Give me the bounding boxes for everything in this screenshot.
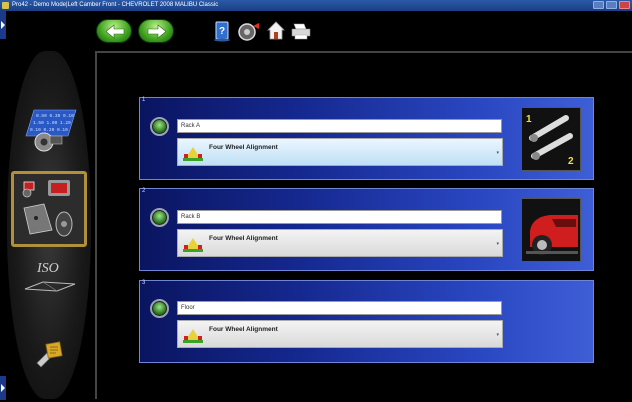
nav-iso[interactable]: ISO (19, 259, 79, 295)
rack-index: 2 (142, 188, 146, 194)
svg-text:1.50 1.00 1.20: 1.50 1.00 1.20 (33, 120, 71, 126)
title-bar: Pro42 - Demo Mode|Left Camber Front - CH… (0, 0, 632, 11)
rack-index: 1 (142, 97, 146, 103)
minimize-button[interactable] (593, 1, 604, 9)
help-icon[interactable]: ? (212, 20, 232, 42)
rack-name-field[interactable]: Rack B (177, 210, 502, 224)
home-icon[interactable] (266, 20, 286, 42)
four-wheel-alignment-icon (183, 329, 203, 343)
nav-tools[interactable] (33, 339, 65, 374)
maximize-button[interactable] (606, 1, 617, 9)
alignment-mode-dropdown[interactable]: Four Wheel Alignment ▾ (177, 229, 503, 257)
rack-index: 3 (142, 280, 146, 286)
left-navigation: 0.50 0.30 0.10 1.50 1.00 1.20 0.10 0.20 … (7, 51, 91, 399)
alignment-mode-dropdown[interactable]: Four Wheel Alignment ▾ (177, 320, 503, 348)
window-controls (593, 1, 630, 9)
rack-select-button[interactable] (150, 117, 169, 136)
close-button[interactable] (619, 1, 630, 9)
head-label-1: 1 (526, 114, 532, 125)
svg-text:?: ? (219, 26, 225, 37)
alignment-mode-label: Four Wheel Alignment (209, 144, 278, 151)
app-window: Pro42 - Demo Mode|Left Camber Front - CH… (0, 0, 632, 402)
alignment-mode-dropdown[interactable]: Four Wheel Alignment ▾ (177, 138, 503, 166)
arrow-left-icon (105, 24, 125, 39)
back-button[interactable] (96, 19, 132, 43)
two-heads-icon: 1 2 (526, 114, 574, 167)
svg-text:0.10 0.20 0.10: 0.10 0.20 0.10 (30, 127, 68, 133)
iso-label: ISO (37, 261, 59, 276)
nav-specifications[interactable]: 0.50 0.30 0.10 1.50 1.00 1.20 0.10 0.20 … (20, 106, 78, 159)
edge-tab-bottom[interactable] (0, 376, 6, 400)
rack-select-button[interactable] (150, 208, 169, 227)
alignment-mode-label: Four Wheel Alignment (209, 326, 278, 333)
arrow-right-icon (147, 24, 167, 39)
forward-button[interactable] (138, 19, 174, 43)
alignment-mode-label: Four Wheel Alignment (209, 235, 278, 242)
rack-name-field[interactable]: Rack A (177, 119, 502, 133)
four-wheel-alignment-icon (183, 147, 203, 161)
rack-panel-1[interactable]: 1 Rack A Four Wheel Alignment ▾ 1 2 (139, 97, 594, 180)
toolbar: ? (6, 11, 632, 51)
car-front-icon (526, 215, 578, 255)
head-label-2: 2 (568, 156, 574, 167)
svg-text:0.50 0.30 0.10: 0.50 0.30 0.10 (36, 113, 74, 119)
rack-thumbnail: 1 2 (521, 107, 581, 171)
wheel-print-icon[interactable] (237, 20, 261, 42)
chevron-down-icon: ▾ (496, 332, 499, 338)
app-icon (2, 2, 9, 9)
iso-icon (24, 281, 76, 292)
chevron-down-icon: ▾ (496, 241, 499, 247)
rack-select-button[interactable] (150, 299, 169, 318)
rack-name-field[interactable]: Floor (177, 301, 502, 315)
main-content: 1 Rack A Four Wheel Alignment ▾ 1 2 2 Ra… (95, 51, 632, 399)
nav-alignment-rack[interactable] (11, 171, 87, 247)
rack-panel-2[interactable]: 2 Rack B Four Wheel Alignment ▾ (139, 188, 594, 271)
printer-icon[interactable] (290, 20, 312, 42)
alignment-rack-icon (14, 174, 84, 244)
chevron-down-icon: ▾ (496, 150, 499, 156)
window-title: Pro42 - Demo Mode|Left Camber Front - CH… (12, 2, 219, 8)
four-wheel-alignment-icon (183, 238, 203, 252)
tools-icon (36, 341, 63, 368)
specifications-icon: 0.50 0.30 0.10 1.50 1.00 1.20 0.10 0.20 … (25, 109, 77, 152)
rack-panel-3[interactable]: 3 Floor Four Wheel Alignment ▾ (139, 280, 594, 363)
rack-thumbnail (521, 198, 581, 262)
